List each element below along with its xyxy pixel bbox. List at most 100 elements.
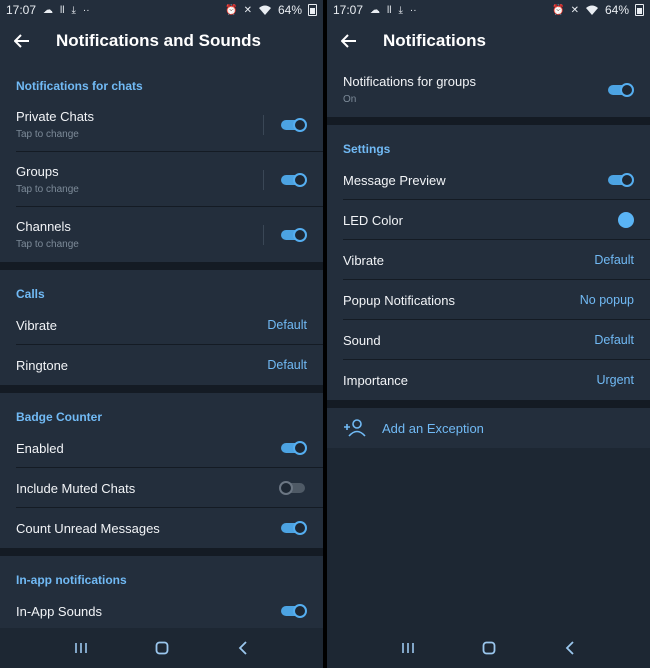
badge-section: Badge Counter Enabled Include Muted Chat… [0,393,323,548]
back-nav-button[interactable] [223,633,263,663]
notifications-for-groups-row[interactable]: Notifications for groups On [327,62,650,117]
row-subtitle: Tap to change [16,129,79,140]
recents-icon [401,643,414,653]
row-label: Channels [16,219,71,234]
wifi-icon [258,5,271,15]
groups-row[interactable]: Groups Tap to change [0,152,323,207]
row-subtitle: On [343,94,357,105]
right-phone-screen: 17:07 ☁ ll ⤓ ·· ⏰ ✕ 64% Notifications No… [327,0,650,668]
cloud-icon: ☁ [370,4,381,16]
recents-button[interactable] [61,633,101,663]
row-label: Groups [16,164,59,179]
notifications-for-groups-toggle[interactable] [606,82,634,98]
more-dots-icon: ·· [82,4,90,16]
alarm-icon: ⏰ [225,4,238,16]
back-nav-icon [238,641,247,655]
row-label: Include Muted Chats [16,480,136,496]
calls-section: Calls Vibrate Default Ringtone Default [0,270,323,385]
status-bar: 17:07 ☁ ll ⤓ ·· ⏰ ✕ 64% [327,0,650,20]
calls-vibrate-row[interactable]: Vibrate Default [0,305,323,345]
app-bar: Notifications [327,20,650,62]
section-title: Notifications for chats [16,79,143,93]
home-button[interactable] [142,633,182,663]
badge-enabled-row[interactable]: Enabled [0,428,323,468]
add-exception-label: Add an Exception [382,420,484,436]
back-button[interactable] [327,20,371,62]
message-preview-toggle[interactable] [606,172,634,188]
alarm-icon: ⏰ [552,4,565,16]
sound-row[interactable]: Sound Default [327,320,650,360]
row-label: Private Chats [16,109,95,124]
row-value: Default [267,318,307,332]
importance-row[interactable]: Importance Urgent [327,360,650,400]
add-exception-button[interactable]: Add an Exception [327,408,650,448]
badge-enabled-toggle[interactable] [279,440,307,456]
download-icon: ⤓ [398,4,403,16]
vibrate-row[interactable]: Vibrate Default [327,240,650,280]
system-nav-bar [327,628,650,668]
row-label: In-App Sounds [16,603,103,619]
status-time: 17:07 [6,3,37,17]
arrow-left-icon [14,34,29,48]
row-label: Enabled [16,440,64,456]
include-muted-toggle[interactable] [279,480,307,496]
section-title: Badge Counter [16,410,103,424]
status-time: 17:07 [333,3,364,17]
row-label: Popup Notifications [343,292,456,308]
row-subtitle: Tap to change [16,184,79,195]
row-subtitle: Tap to change [16,239,79,250]
ringtone-row[interactable]: Ringtone Default [0,345,323,385]
mute-icon: ✕ [243,4,252,16]
row-label: Vibrate [16,317,57,333]
row-label: Sound [343,332,381,348]
inapp-section: In-app notifications In-App Sounds [0,556,323,628]
message-preview-row[interactable]: Message Preview [327,160,650,200]
left-phone-screen: 17:07 ☁ ll ⤓ ·· ⏰ ✕ 64% Notifications an… [0,0,323,668]
include-muted-row[interactable]: Include Muted Chats [0,468,323,508]
inapp-sounds-toggle[interactable] [279,603,307,619]
private-chats-toggle[interactable] [279,117,307,133]
section-title: Settings [343,142,391,156]
cloud-icon: ☁ [43,4,54,16]
section-gap [327,400,650,408]
home-icon [482,641,495,655]
wifi-icon [585,5,598,15]
page-title: Notifications and Sounds [56,31,261,50]
back-nav-button[interactable] [550,633,590,663]
row-value: No popup [579,293,634,307]
app-bar: Notifications and Sounds [0,20,323,62]
row-label: Message Preview [343,172,446,188]
battery-level: 64% [604,3,629,17]
row-value: Urgent [596,373,634,387]
row-label: Count Unread Messages [16,520,160,536]
recents-button[interactable] [388,633,428,663]
groups-master-section: Notifications for groups On [327,62,650,117]
groups-toggle[interactable] [279,172,307,188]
back-button[interactable] [0,20,44,62]
row-label: Importance [343,372,409,388]
battery-icon [635,4,644,16]
led-color-row[interactable]: LED Color [327,200,650,240]
channels-row[interactable]: Channels Tap to change [0,207,323,262]
row-label: LED Color [343,212,403,228]
private-chats-row[interactable]: Private Chats Tap to change [0,97,323,152]
home-button[interactable] [469,633,509,663]
inapp-sounds-row[interactable]: In-App Sounds [0,591,323,628]
led-color-swatch[interactable] [618,212,634,228]
channels-toggle[interactable] [279,227,307,243]
add-user-icon [344,419,366,437]
section-gap [0,385,323,393]
section-title: In-app notifications [16,573,127,587]
count-unread-row[interactable]: Count Unread Messages [0,508,323,548]
arrow-left-icon [341,34,356,48]
count-unread-toggle[interactable] [279,520,307,536]
notification-settings-list: Notifications for groups On Settings Mes… [327,62,650,628]
popup-notifications-row[interactable]: Popup Notifications No popup [327,280,650,320]
signal-bars-icon: ll [387,4,392,16]
back-nav-icon [565,641,574,655]
status-bar: 17:07 ☁ ll ⤓ ·· ⏰ ✕ 64% [0,0,323,20]
row-label: Vibrate [343,252,384,268]
more-dots-icon: ·· [409,4,417,16]
settings-list: Notifications for chats Private Chats Ta… [0,62,323,628]
vertical-divider [263,114,264,135]
